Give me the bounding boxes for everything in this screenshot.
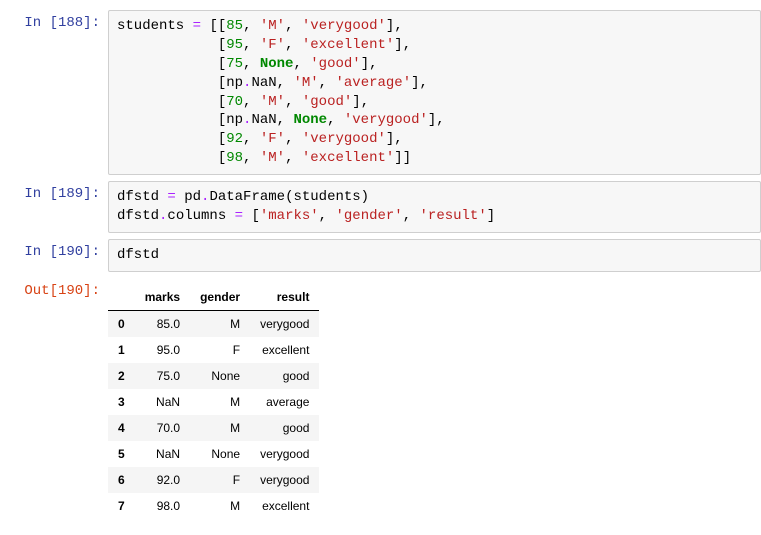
cell-value: M bbox=[190, 310, 250, 337]
row-index: 6 bbox=[108, 467, 135, 493]
code-block-188[interactable]: students = [[85, 'M', 'verygood'], [95, … bbox=[108, 10, 761, 175]
table-row: 085.0Mverygood bbox=[108, 310, 319, 337]
table-row: 275.0Nonegood bbox=[108, 363, 319, 389]
table-row: 470.0Mgood bbox=[108, 415, 319, 441]
table-row: 5NaNNoneverygood bbox=[108, 441, 319, 467]
cell-value: 98.0 bbox=[135, 493, 190, 519]
table-header-row: marks gender result bbox=[108, 284, 319, 311]
cell-value: 92.0 bbox=[135, 467, 190, 493]
cell-content: students = [[85, 'M', 'verygood'], [95, … bbox=[108, 10, 761, 175]
cell-in-190: In [190]: dfstd bbox=[0, 239, 761, 272]
cell-value: good bbox=[250, 363, 319, 389]
row-index: 7 bbox=[108, 493, 135, 519]
cell-out-190: Out[190]: marks gender result 085.0Mvery… bbox=[0, 278, 761, 519]
col-header: marks bbox=[135, 284, 190, 311]
cell-value: excellent bbox=[250, 337, 319, 363]
col-header: gender bbox=[190, 284, 250, 311]
cell-in-189: In [189]: dfstd = pd.DataFrame(students)… bbox=[0, 181, 761, 233]
cell-value: 95.0 bbox=[135, 337, 190, 363]
row-index: 5 bbox=[108, 441, 135, 467]
dataframe-output: marks gender result 085.0Mverygood195.0F… bbox=[108, 284, 319, 519]
row-index: 2 bbox=[108, 363, 135, 389]
col-header: result bbox=[250, 284, 319, 311]
row-index: 3 bbox=[108, 389, 135, 415]
cell-value: F bbox=[190, 337, 250, 363]
prompt-in-188: In [188]: bbox=[0, 10, 108, 175]
row-index: 1 bbox=[108, 337, 135, 363]
prompt-in-190: In [190]: bbox=[0, 239, 108, 272]
cell-value: None bbox=[190, 363, 250, 389]
cell-value: excellent bbox=[250, 493, 319, 519]
cell-value: average bbox=[250, 389, 319, 415]
cell-output: marks gender result 085.0Mverygood195.0F… bbox=[108, 278, 761, 519]
cell-value: M bbox=[190, 493, 250, 519]
cell-in-188: In [188]: students = [[85, 'M', 'verygoo… bbox=[0, 10, 761, 175]
table-row: 692.0Fverygood bbox=[108, 467, 319, 493]
cell-value: verygood bbox=[250, 467, 319, 493]
cell-value: verygood bbox=[250, 441, 319, 467]
cell-value: NaN bbox=[135, 441, 190, 467]
cell-value: F bbox=[190, 467, 250, 493]
cell-value: None bbox=[190, 441, 250, 467]
code-block-190[interactable]: dfstd bbox=[108, 239, 761, 272]
row-index: 0 bbox=[108, 310, 135, 337]
cell-value: M bbox=[190, 389, 250, 415]
cell-value: 75.0 bbox=[135, 363, 190, 389]
cell-value: 85.0 bbox=[135, 310, 190, 337]
prompt-in-189: In [189]: bbox=[0, 181, 108, 233]
cell-value: NaN bbox=[135, 389, 190, 415]
cell-content: dfstd bbox=[108, 239, 761, 272]
cell-value: M bbox=[190, 415, 250, 441]
table-row: 3NaNMaverage bbox=[108, 389, 319, 415]
prompt-out-190: Out[190]: bbox=[0, 278, 108, 519]
index-header bbox=[108, 284, 135, 311]
table-row: 195.0Fexcellent bbox=[108, 337, 319, 363]
cell-value: verygood bbox=[250, 310, 319, 337]
cell-value: 70.0 bbox=[135, 415, 190, 441]
cell-value: good bbox=[250, 415, 319, 441]
code-block-189[interactable]: dfstd = pd.DataFrame(students) dfstd.col… bbox=[108, 181, 761, 233]
table-row: 798.0Mexcellent bbox=[108, 493, 319, 519]
cell-content: dfstd = pd.DataFrame(students) dfstd.col… bbox=[108, 181, 761, 233]
row-index: 4 bbox=[108, 415, 135, 441]
